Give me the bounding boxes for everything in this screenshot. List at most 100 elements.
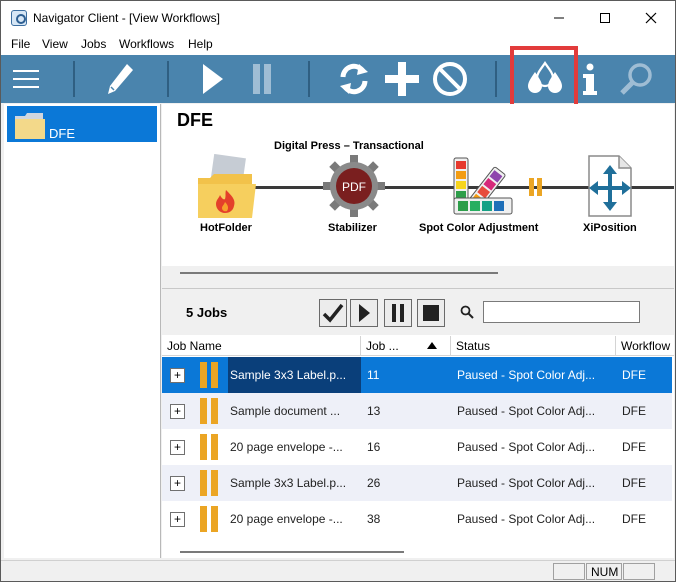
- pause-button[interactable]: [247, 59, 277, 99]
- column-header-workflow[interactable]: Workflow: [616, 336, 674, 356]
- search-toolbar-button[interactable]: [617, 59, 657, 99]
- jobs-scrollbar[interactable]: [180, 551, 404, 553]
- job-number-cell: 38: [367, 512, 381, 526]
- sort-ascending-icon: [427, 342, 437, 349]
- tree-item-label: DFE: [49, 126, 75, 141]
- refresh-button[interactable]: [334, 59, 374, 99]
- pause-job-button[interactable]: [384, 299, 412, 327]
- edit-button[interactable]: [101, 59, 139, 99]
- job-number-cell: 13: [367, 404, 381, 418]
- workflow-title: DFE: [177, 110, 213, 130]
- job-workflow-cell: DFE: [622, 512, 646, 526]
- status-bar: NUM: [1, 560, 675, 581]
- color-swatch-icon: [453, 157, 513, 215]
- column-header-status[interactable]: Status: [451, 336, 616, 356]
- column-label: Workflow: [621, 339, 671, 353]
- workflow-tree-panel: DFE: [4, 104, 161, 558]
- pencil-icon: [108, 64, 133, 94]
- menu-jobs[interactable]: Jobs: [81, 37, 106, 51]
- hotfolder-icon: [198, 153, 256, 218]
- navigator-client-window: Navigator Client - [View Workflows] File…: [0, 0, 676, 582]
- job-workflow-cell: DFE: [622, 404, 646, 418]
- maximize-icon: [600, 13, 610, 23]
- workflow-scroll-track: [162, 266, 674, 283]
- arrows-document-icon: [588, 155, 632, 217]
- column-label: Status: [456, 339, 491, 353]
- paused-status-icon: [200, 470, 220, 496]
- menu-file[interactable]: File: [11, 37, 30, 51]
- expand-row-button[interactable]: +: [170, 440, 185, 455]
- approve-job-button[interactable]: [319, 299, 347, 327]
- expand-row-button[interactable]: +: [170, 404, 185, 419]
- play-button[interactable]: [197, 59, 227, 99]
- job-number-cell: 26: [367, 476, 381, 490]
- node-hotfolder[interactable]: [196, 153, 258, 221]
- job-name-cell: Sample 3x3 Label.p...: [228, 357, 361, 393]
- column-header-job-name[interactable]: Job Name: [162, 336, 361, 356]
- close-button[interactable]: [628, 1, 674, 35]
- job-row[interactable]: + Sample 3x3 Label.p... 11 Paused - Spot…: [162, 357, 672, 393]
- maximize-button[interactable]: [582, 1, 628, 35]
- menu-help[interactable]: Help: [188, 37, 213, 51]
- app-icon: [11, 10, 27, 26]
- minimize-button[interactable]: [536, 1, 582, 35]
- plus-icon: [385, 62, 419, 96]
- checkmark-icon: [322, 303, 344, 323]
- job-status-cell: Paused - Spot Color Adj...: [457, 368, 596, 382]
- folder-icon: [15, 113, 45, 139]
- tree-item-dfe[interactable]: DFE: [7, 106, 157, 142]
- stop-job-button[interactable]: [417, 299, 445, 327]
- node-label-hotfolder: HotFolder: [200, 222, 252, 234]
- svg-text:PDF: PDF: [342, 180, 366, 194]
- column-label: Job ...: [366, 339, 399, 353]
- job-row[interactable]: + Sample 3x3 Label.p... 26 Paused - Spot…: [162, 465, 672, 501]
- job-row[interactable]: + Sample document ... 13 Paused - Spot C…: [162, 393, 672, 429]
- add-button[interactable]: [382, 59, 422, 99]
- info-button[interactable]: [575, 59, 605, 99]
- jobs-panel: 5 Jobs Job Name Job ... Status Workflow: [162, 288, 674, 558]
- resume-job-button[interactable]: [350, 299, 378, 327]
- column-header-job-number[interactable]: Job ...: [361, 336, 451, 356]
- column-label: Job Name: [167, 339, 222, 353]
- job-number-cell: 16: [367, 440, 381, 454]
- cancel-button[interactable]: [430, 59, 470, 99]
- window-title: Navigator Client - [View Workflows]: [33, 11, 220, 25]
- expand-row-button[interactable]: +: [170, 368, 185, 383]
- node-spot-color[interactable]: [450, 154, 516, 221]
- paused-status-icon: [200, 398, 220, 424]
- job-status-cell: Paused - Spot Color Adj...: [457, 512, 596, 526]
- expand-row-button[interactable]: +: [170, 476, 185, 491]
- node-xiposition[interactable]: [587, 154, 633, 221]
- node-stabilizer[interactable]: PDF: [322, 154, 386, 221]
- job-search-field[interactable]: [484, 302, 639, 322]
- job-workflow-cell: DFE: [622, 368, 646, 382]
- num-lock-indicator: NUM: [586, 563, 622, 580]
- workflow-panel: DFE Digital Press – Transactional HotFol…: [162, 104, 674, 283]
- paused-status-icon: [200, 434, 220, 460]
- workflow-scrollbar[interactable]: [180, 272, 498, 274]
- title-bar: Navigator Client - [View Workflows]: [1, 1, 675, 35]
- menu-button[interactable]: [9, 59, 43, 99]
- menu-icon: [13, 70, 39, 88]
- job-row[interactable]: + 20 page envelope -... 38 Paused - Spot…: [162, 501, 672, 537]
- job-search-input[interactable]: [483, 301, 640, 323]
- toolbar-separator: [495, 61, 497, 97]
- expand-row-button[interactable]: +: [170, 512, 185, 527]
- job-status-cell: Paused - Spot Color Adj...: [457, 404, 596, 418]
- node-label-xiposition: XiPosition: [583, 222, 637, 234]
- paused-status-icon: [200, 506, 220, 532]
- menu-view[interactable]: View: [42, 37, 68, 51]
- menu-workflows[interactable]: Workflows: [119, 37, 174, 51]
- job-name-cell: Sample document ...: [230, 404, 341, 418]
- search-icon: [620, 63, 652, 95]
- pdf-gear-icon: PDF: [323, 155, 385, 217]
- job-name-cell: 20 page envelope -...: [230, 512, 343, 526]
- job-row[interactable]: + 20 page envelope -... 16 Paused - Spot…: [162, 429, 672, 465]
- job-workflow-cell: DFE: [622, 476, 646, 490]
- status-panel: [623, 563, 655, 580]
- job-number-cell: 11: [367, 368, 380, 382]
- cancel-icon: [433, 62, 467, 96]
- info-icon: [583, 63, 597, 95]
- search-icon: [460, 305, 474, 319]
- workflow-pause-icon: [529, 178, 543, 196]
